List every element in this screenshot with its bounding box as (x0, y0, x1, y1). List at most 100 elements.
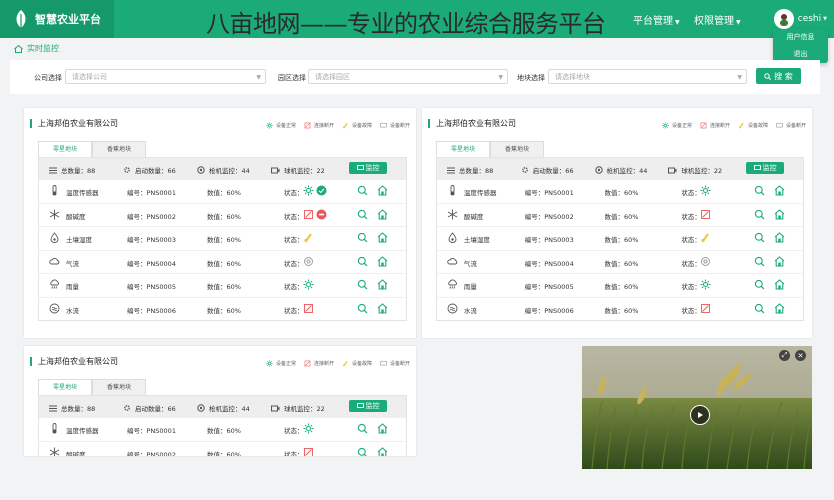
status-disconnect-icon (304, 447, 313, 456)
device-value: 数值：60% (207, 189, 241, 197)
status-legend: 设备正常 连接断开 设备故障 设备断开 (258, 360, 410, 367)
device-code: 编号：PNS0004 (524, 259, 574, 268)
device-name: 温度传感器 (463, 189, 497, 197)
breadcrumb-current[interactable]: 实时监控 (27, 43, 59, 54)
home-icon[interactable] (377, 232, 388, 243)
device-name: 酸碱度 (66, 212, 86, 221)
video-camera-icon (271, 405, 280, 411)
home-icon[interactable] (377, 279, 388, 290)
status-normal-icon (700, 279, 711, 290)
device-status-label: 状态： (681, 236, 701, 244)
zoom-icon[interactable]: ⤢ (779, 350, 790, 361)
tab-plot[interactable]: 香蕉地块 (490, 141, 545, 158)
summary-row: 总数量：88 启动数量：66 枪机监控：44 球机监控：22 监控 (39, 396, 406, 417)
leaf-logo-icon (16, 10, 26, 28)
device-value: 数值：60% (207, 212, 241, 221)
user-name: ceshi (797, 14, 822, 24)
status-normal-icon (700, 185, 711, 196)
company-label: 公司选择 (34, 74, 62, 82)
legend-normal-icon (266, 122, 273, 129)
legend-fault: 设备故障 (738, 122, 768, 129)
company-select[interactable]: 请选择公司 ▼ (65, 69, 266, 84)
table-row: 气流 编号：PNS0004 数值：60% 状态： (437, 249, 803, 274)
tab-plot[interactable]: 香蕉地块 (92, 141, 147, 158)
home-icon[interactable] (377, 302, 388, 314)
search-icon[interactable] (357, 185, 368, 196)
device-code: 编号：PNS0004 (127, 259, 176, 268)
nav-item-permission[interactable]: 权限管理 ▼ (694, 12, 741, 27)
home-icon[interactable] (774, 255, 785, 267)
search-icon[interactable] (754, 209, 765, 220)
table-row: 酸碱度 编号：PNS0002 数值：60% 状态： (39, 202, 406, 227)
home-icon[interactable] (774, 208, 785, 220)
device-status-label: 状态： (681, 306, 701, 315)
plot-tabs: 零星地块 香蕉地块 (436, 141, 545, 158)
table-row: 气流 编号：PNS0004 数值：60% 状态： (39, 249, 406, 274)
tab-plot[interactable]: 零星地块 (38, 379, 93, 396)
monitor-icon (356, 403, 364, 408)
device-value: 数值：60% (207, 236, 241, 244)
summary-ball-camera: 球机监控：22 (271, 165, 325, 175)
home-icon[interactable] (774, 185, 785, 196)
close-icon[interactable]: ✕ (795, 350, 806, 361)
home-icon[interactable] (774, 302, 785, 314)
monitor-button[interactable]: 监控 (349, 400, 387, 412)
panel-title: 上海邦伯农业有限公司 (428, 119, 516, 128)
search-icon[interactable] (357, 303, 368, 314)
device-status-label: 状态： (681, 189, 701, 197)
table-row: 酸碱度 编号：PNS0002 数值：60% 状态： (437, 202, 803, 227)
search-icon[interactable] (357, 279, 368, 290)
device-name: 水流 (463, 306, 477, 315)
search-icon[interactable] (754, 279, 765, 290)
search-icon[interactable] (754, 185, 765, 196)
status-disconnect-icon (701, 209, 711, 219)
home-icon[interactable] (774, 279, 785, 290)
plot-tabs: 零星地块 香蕉地块 (38, 379, 147, 396)
device-name: 雨量 (66, 283, 79, 291)
search-icon[interactable] (357, 209, 368, 220)
nav-item-platform[interactable]: 平台管理 ▼ (633, 12, 680, 27)
search-icon[interactable] (357, 232, 368, 243)
tab-plot[interactable]: 香蕉地块 (92, 379, 147, 396)
search-icon[interactable] (754, 303, 765, 314)
gear-icon (521, 167, 528, 173)
logo[interactable]: 智慧农业平台 (0, 0, 114, 38)
chevron-down-icon: ▼ (256, 74, 261, 81)
search-icon[interactable] (754, 232, 765, 243)
search-button[interactable]: 搜 索 (756, 68, 801, 84)
monitor-button[interactable]: 监控 (349, 162, 387, 174)
camera-icon (594, 166, 603, 174)
home-icon[interactable] (377, 446, 388, 457)
home-icon[interactable] (774, 232, 785, 243)
video-player[interactable]: ⤢ ✕ (582, 346, 812, 469)
plot-select[interactable]: 请选择地块 ▼ (548, 69, 747, 84)
camera-icon (197, 166, 205, 174)
search-icon[interactable] (357, 447, 368, 457)
tab-plot[interactable]: 零星地块 (436, 141, 491, 158)
home-icon[interactable] (14, 44, 23, 53)
device-value: 数值：60% (604, 259, 639, 268)
device-name: 雨量 (463, 283, 477, 291)
device-name: 气流 (66, 259, 79, 268)
search-icon[interactable] (754, 256, 765, 267)
device-value: 数值：60% (604, 236, 639, 244)
app-title: 智慧农业平台 (35, 13, 101, 26)
device-table: 总数量：88 启动数量：66 枪机监控：44 球机监控：22 监控 温度传感器 编号：PNS… (436, 157, 804, 321)
search-icon[interactable] (357, 256, 368, 267)
search-icon[interactable] (357, 423, 368, 434)
chevron-down-icon: ▼ (736, 19, 741, 26)
device-code: 编号：PNS0001 (524, 189, 574, 197)
menu-item-user-info[interactable]: 用户信息 (773, 29, 828, 46)
play-icon[interactable] (690, 405, 710, 425)
home-icon[interactable] (377, 208, 388, 220)
home-icon[interactable] (377, 185, 388, 196)
park-select[interactable]: 请选择园区 ▼ (308, 69, 508, 84)
tab-plot[interactable]: 零星地块 (38, 141, 93, 158)
snowflake-icon (49, 447, 60, 456)
device-value: 数值：60% (207, 427, 241, 435)
monitor-button[interactable]: 监控 (746, 162, 785, 174)
device-value: 数值：60% (207, 283, 241, 291)
home-icon[interactable] (377, 255, 388, 267)
home-icon[interactable] (377, 423, 388, 434)
panel-title: 上海邦伯农业有限公司 (30, 357, 118, 366)
